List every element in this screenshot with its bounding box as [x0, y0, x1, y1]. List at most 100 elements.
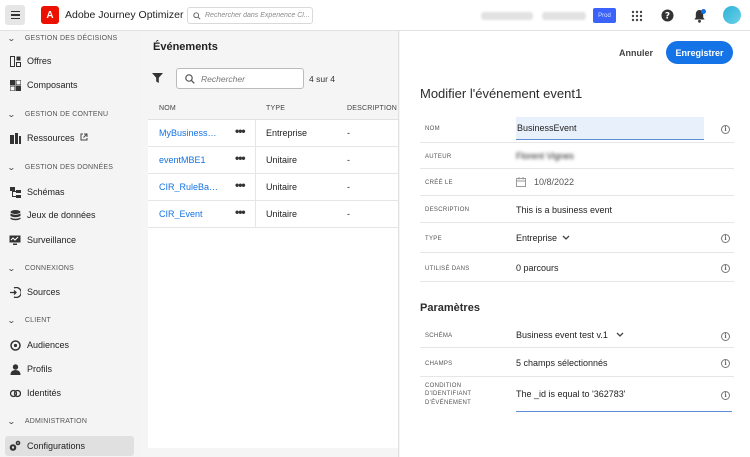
- more-actions-icon[interactable]: •••: [235, 178, 246, 192]
- event-type: Entreprise: [266, 128, 308, 138]
- field-label: CONDITION D'IDENTIFIANT D'ÉVÉNEMENT: [425, 383, 472, 406]
- profiles-icon: [9, 363, 21, 375]
- notifications-icon[interactable]: [692, 8, 707, 23]
- events-table: NOM TYPE DESCRIPTION MyBusinessE... ••• …: [148, 98, 398, 448]
- schema-icon: [9, 186, 21, 198]
- events-search-placeholder: Rechercher: [201, 73, 245, 84]
- field-fields: CHAMPS 5 champs sélectionnés i: [420, 348, 734, 377]
- event-name-link[interactable]: CIR_Event: [159, 209, 219, 219]
- sidebar-item-assets[interactable]: Ressources: [5, 128, 134, 148]
- event-name-link[interactable]: MyBusinessE...: [159, 128, 219, 138]
- field-used-in: UTILISÉ DANS 0 parcours i: [420, 253, 734, 282]
- assets-icon: [9, 132, 21, 144]
- table-row[interactable]: eventMBE1 ••• Unitaire -: [148, 147, 398, 174]
- field-description: DESCRIPTION This is a business event: [420, 196, 734, 223]
- chevron-down-icon: [562, 235, 570, 240]
- condition-input[interactable]: The _id is equal to '362783': [516, 377, 732, 412]
- column-divider: [255, 147, 256, 174]
- help-icon[interactable]: ?: [660, 8, 675, 23]
- filter-icon[interactable]: [152, 73, 163, 85]
- event-description: -: [347, 128, 350, 138]
- sidebar: ⌄ GESTION DES DÉCISIONS Offres Composants…: [0, 31, 141, 457]
- sidebar-item-audiences[interactable]: Audiences: [5, 335, 134, 355]
- field-condition: CONDITION D'IDENTIFIANT D'ÉVÉNEMENT The …: [420, 377, 734, 413]
- info-icon[interactable]: i: [721, 125, 730, 134]
- info-icon[interactable]: i: [721, 332, 730, 341]
- calendar-icon: [516, 177, 526, 187]
- event-name-link[interactable]: CIR_RuleBased: [159, 182, 219, 192]
- column-name[interactable]: NOM: [159, 105, 176, 112]
- column-type[interactable]: TYPE: [266, 105, 285, 112]
- sidebar-item-offers[interactable]: Offres: [5, 51, 134, 71]
- field-label: CRÉÉ LE: [425, 180, 453, 186]
- more-actions-icon[interactable]: •••: [235, 124, 246, 138]
- table-row[interactable]: MyBusinessE... ••• Entreprise -: [148, 120, 398, 147]
- search-icon: [193, 11, 201, 20]
- section-content[interactable]: ⌄ GESTION DE CONTENU: [6, 110, 108, 119]
- column-divider: [255, 201, 256, 228]
- author-value: Florent Vignes: [516, 151, 574, 161]
- section-data[interactable]: ⌄ GESTION DES DONNÉES: [6, 163, 113, 172]
- event-editor-panel: Annuler Enregistrer Modifier l'événement…: [400, 31, 750, 457]
- table-row[interactable]: CIR_Event ••• Unitaire -: [148, 201, 398, 228]
- datasets-icon: [9, 209, 21, 221]
- sidebar-item-configurations[interactable]: Configurations: [5, 436, 134, 456]
- sidebar-item-monitoring[interactable]: Surveillance: [5, 230, 134, 250]
- sandbox-switcher[interactable]: [542, 12, 586, 20]
- external-link-icon: [80, 133, 88, 143]
- events-search-input[interactable]: Rechercher: [176, 68, 304, 89]
- field-label: UTILISÉ DANS: [425, 266, 470, 272]
- audiences-icon: [9, 339, 21, 351]
- chevron-down-icon: ⌄: [6, 110, 16, 119]
- info-icon[interactable]: i: [721, 391, 730, 400]
- more-actions-icon[interactable]: •••: [235, 151, 246, 165]
- sidebar-item-datasets[interactable]: Jeux de données: [5, 205, 134, 225]
- cancel-button[interactable]: Annuler: [613, 42, 659, 64]
- org-switcher[interactable]: [481, 12, 533, 20]
- event-description: -: [347, 155, 350, 165]
- event-name-link[interactable]: eventMBE1: [159, 155, 219, 165]
- more-actions-icon[interactable]: •••: [235, 205, 246, 219]
- sidebar-item-profiles[interactable]: Profils: [5, 359, 134, 379]
- table-row[interactable]: CIR_RuleBased ••• Unitaire -: [148, 174, 398, 201]
- env-badge: Prod: [593, 8, 616, 23]
- field-label: SCHÉMA: [425, 333, 453, 339]
- column-description[interactable]: DESCRIPTION: [347, 105, 397, 112]
- info-icon[interactable]: i: [721, 234, 730, 243]
- event-name-input[interactable]: BusinessEvent: [516, 117, 704, 140]
- type-dropdown[interactable]: Entreprise: [516, 233, 570, 243]
- sidebar-item-identities[interactable]: Identités: [5, 383, 134, 403]
- section-administration[interactable]: ⌄ ADMINISTRATION: [7, 417, 87, 426]
- event-description: -: [347, 182, 350, 192]
- event-type: Unitaire: [266, 209, 298, 219]
- events-title: Événements: [153, 41, 218, 53]
- monitoring-icon: [9, 234, 21, 246]
- description-input[interactable]: This is a business event: [516, 205, 612, 215]
- section-decisions[interactable]: ⌄ GESTION DES DÉCISIONS: [7, 34, 117, 43]
- save-button[interactable]: Enregistrer: [666, 41, 733, 64]
- field-type: TYPE Entreprise i: [420, 223, 734, 253]
- apps-grid-icon[interactable]: [629, 8, 644, 23]
- svg-text:?: ?: [665, 12, 670, 22]
- events-panel: Événements Rechercher 4 sur 4 NOM TYPE D…: [141, 31, 399, 457]
- identities-icon: [9, 387, 21, 399]
- app-title: Adobe Journey Optimizer: [65, 9, 184, 21]
- chevron-down-icon: ⌄: [6, 163, 16, 172]
- schema-dropdown[interactable]: Business event test v.1: [516, 330, 624, 340]
- event-description: -: [347, 209, 350, 219]
- sidebar-item-components[interactable]: Composants: [5, 75, 134, 95]
- menu-icon[interactable]: [5, 5, 25, 25]
- user-avatar[interactable]: [723, 6, 741, 24]
- section-customer[interactable]: ⌄ CLIENT: [7, 316, 51, 325]
- info-icon[interactable]: i: [721, 264, 730, 273]
- sidebar-item-schemas[interactable]: Schémas: [5, 182, 134, 202]
- section-connections[interactable]: ⌄ CONNEXIONS: [7, 264, 74, 273]
- field-label: AUTEUR: [425, 154, 452, 160]
- offers-icon: [9, 55, 21, 67]
- field-label: CHAMPS: [425, 361, 453, 367]
- sidebar-item-sources[interactable]: Sources: [5, 282, 134, 302]
- info-icon[interactable]: i: [721, 359, 730, 368]
- fields-selector[interactable]: 5 champs sélectionnés: [516, 358, 608, 368]
- adobe-logo: A: [41, 6, 59, 24]
- global-search-input[interactable]: Rechercher dans Experience Cl...: [187, 7, 313, 24]
